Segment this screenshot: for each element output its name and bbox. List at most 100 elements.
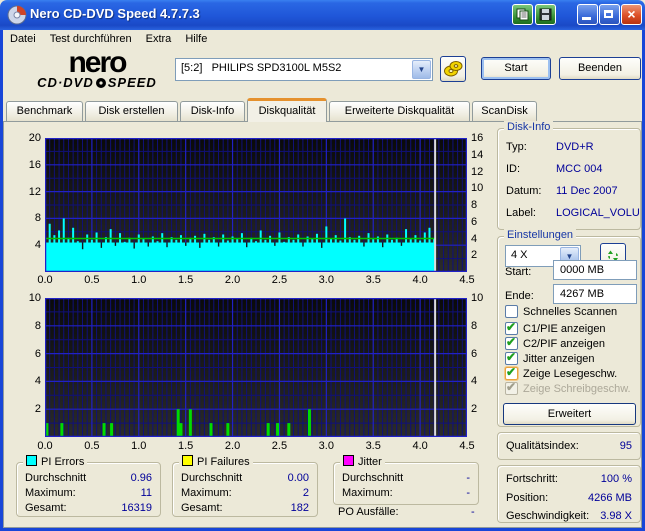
stats-label: Maximum: bbox=[25, 487, 76, 499]
axis-tick: 10 bbox=[471, 292, 484, 304]
stats-row: Durchschnitt 0.00 bbox=[181, 472, 309, 486]
minimize-button[interactable] bbox=[577, 4, 598, 25]
axis-tick: 2 bbox=[471, 403, 478, 416]
axis-tick: 3.5 bbox=[365, 440, 381, 452]
logo-sub-left: CD·DVD bbox=[37, 75, 94, 90]
axis-tick: 1.0 bbox=[131, 440, 147, 452]
axis-tick: 2.5 bbox=[271, 274, 288, 286]
tab-diskqualität[interactable]: Diskqualität bbox=[247, 98, 327, 122]
axis-tick: 4 bbox=[34, 375, 41, 388]
axis-tick: 2.5 bbox=[271, 440, 288, 452]
maximize-button[interactable] bbox=[599, 4, 620, 25]
axis-tick: 4.5 bbox=[459, 440, 475, 452]
close-button[interactable]: × bbox=[621, 4, 642, 25]
stats-group-pi-failures: PI Failures Durchschnitt 0.00 Maximum: 2 Gesa… bbox=[172, 455, 318, 517]
checkbox-box[interactable]: ✔ bbox=[505, 320, 518, 335]
progress-label: Position: bbox=[506, 492, 549, 504]
checkbox-label: C1/PIE anzeigen bbox=[523, 323, 606, 335]
menu-item-hilfe[interactable]: Hilfe bbox=[178, 30, 214, 47]
disc-icon bbox=[444, 61, 463, 77]
checkbox-box[interactable]: ✔ bbox=[505, 335, 518, 350]
checkbox-zeige-lesegeschw-[interactable]: ✔ Zeige Lesegeschw. bbox=[505, 365, 618, 381]
app-window: Nero CD-DVD Speed 4.7.7.3 × Datei Test du… bbox=[0, 0, 645, 531]
axis-tick: 0.5 bbox=[84, 440, 100, 452]
stats-row: Maximum: - bbox=[342, 487, 470, 501]
checkbox-zeige-schreibgeschw-[interactable]: ✔ Zeige Schreibgeschw. bbox=[505, 380, 631, 396]
disk-info-row: Datum: 11 Dec 2007 bbox=[506, 185, 632, 199]
axis-tick: 8 bbox=[471, 319, 478, 332]
tab-disk-info[interactable]: Disk-Info bbox=[180, 101, 245, 122]
check-icon: ✔ bbox=[506, 350, 517, 364]
disc-info-button[interactable] bbox=[440, 56, 466, 82]
checkbox-c1-pie-anzeigen[interactable]: ✔ C1/PIE anzeigen bbox=[505, 320, 606, 336]
stats-caption: PI Errors bbox=[23, 455, 88, 468]
title-bar[interactable]: Nero CD-DVD Speed 4.7.7.3 × bbox=[0, 0, 645, 30]
end-field[interactable]: 4267 MB bbox=[553, 284, 637, 304]
stats-value: 11 bbox=[140, 487, 152, 499]
menu-item-test-durchführen[interactable]: Test durchführen bbox=[43, 30, 139, 47]
checkbox-box[interactable]: ✔ bbox=[505, 365, 518, 380]
speed-select-value: 4 X bbox=[511, 249, 528, 261]
chevron-down-icon[interactable]: ▼ bbox=[412, 60, 431, 79]
axis-tick: 4 bbox=[471, 375, 478, 388]
start-field[interactable]: 0000 MB bbox=[553, 260, 637, 280]
disk-info-label: ID: bbox=[506, 163, 521, 175]
checkbox-jitter-anzeigen[interactable]: ✔ Jitter anzeigen bbox=[505, 350, 595, 366]
disk-info-row: Typ: DVD+R bbox=[506, 141, 632, 155]
checkbox-box[interactable] bbox=[505, 305, 518, 318]
checkbox-c2-pif-anzeigen[interactable]: ✔ C2/PIF anzeigen bbox=[505, 335, 605, 351]
check-icon: ✔ bbox=[506, 380, 517, 394]
axis-tick: 10 bbox=[471, 182, 484, 195]
stats-value: 0.96 bbox=[130, 472, 152, 484]
stats-row: Maximum: 11 bbox=[25, 487, 152, 501]
advanced-button[interactable]: Erweitert bbox=[503, 403, 636, 425]
axis-tick: 8 bbox=[34, 319, 41, 332]
progress-value: 4266 MB bbox=[587, 492, 632, 504]
quit-button[interactable]: Beenden bbox=[559, 57, 641, 80]
tab-benchmark[interactable]: Benchmark bbox=[6, 101, 83, 122]
stats-row: Durchschnitt - bbox=[342, 472, 470, 486]
stats-value: - bbox=[466, 487, 470, 499]
menu-bar: Datei Test durchführen Extra Hilfe bbox=[3, 30, 642, 49]
stats-row: Durchschnitt 0.96 bbox=[25, 472, 152, 486]
stats-label: Durchschnitt bbox=[181, 472, 243, 484]
header: nero CD·DVD SPEED [5:2] PHILIPS SPD3100L… bbox=[3, 48, 642, 97]
axis-tick: 4 bbox=[471, 232, 478, 245]
stats-row: Maximum: 2 bbox=[181, 487, 309, 501]
axis-tick: 3.5 bbox=[365, 274, 381, 286]
legend-swatch-icon bbox=[182, 455, 193, 466]
pi-failures-chart bbox=[44, 297, 468, 440]
checkbox-label: Zeige Lesegeschw. bbox=[523, 368, 618, 380]
progress-label: Geschwindigkeit: bbox=[506, 510, 590, 522]
legend-swatch-icon bbox=[26, 455, 37, 466]
copy-icon[interactable] bbox=[512, 4, 533, 25]
axis-tick: 2 bbox=[34, 403, 41, 416]
disk-info-row: Label: LOGICAL_VOLU bbox=[506, 207, 640, 221]
checkbox-box[interactable]: ✔ bbox=[505, 350, 518, 365]
drive-select[interactable]: [5:2] PHILIPS SPD3100L M5S2 ▼ bbox=[175, 58, 433, 81]
axis-tick: 0.5 bbox=[84, 274, 100, 286]
start-button[interactable]: Start bbox=[481, 57, 551, 80]
po-failures-row: PO Ausfälle: - bbox=[338, 506, 475, 520]
tab-scandisk[interactable]: ScanDisk bbox=[472, 101, 537, 122]
checkbox-schnelles-scannen[interactable]: Schnelles Scannen bbox=[505, 305, 617, 319]
axis-tick: 4.5 bbox=[459, 274, 475, 286]
check-icon: ✔ bbox=[506, 320, 517, 334]
stats-label: Durchschnitt bbox=[25, 472, 87, 484]
menu-item-datei[interactable]: Datei bbox=[3, 30, 43, 47]
stats-row: Gesamt: 182 bbox=[181, 502, 309, 516]
tab-erweiterte-diskqualität[interactable]: Erweiterte Diskqualität bbox=[329, 101, 470, 122]
disk-info-value: 11 Dec 2007 bbox=[556, 185, 618, 197]
stats-value: 16319 bbox=[121, 502, 152, 514]
save-icon[interactable] bbox=[535, 4, 556, 25]
tab-disk-erstellen[interactable]: Disk erstellen bbox=[85, 101, 178, 122]
quality-index-value: 95 bbox=[619, 440, 632, 452]
axis-tick: 3.0 bbox=[318, 440, 334, 452]
disk-info-row: ID: MCC 004 bbox=[506, 163, 632, 177]
nero-logo: nero CD·DVD SPEED bbox=[17, 48, 177, 90]
progress-row: Geschwindigkeit: 3.98 X bbox=[506, 510, 632, 524]
window-title: Nero CD-DVD Speed 4.7.7.3 bbox=[30, 6, 200, 21]
checkbox-box[interactable]: ✔ bbox=[505, 380, 518, 395]
end-field-label: Ende: bbox=[505, 290, 534, 302]
menu-item-extra[interactable]: Extra bbox=[139, 30, 179, 47]
